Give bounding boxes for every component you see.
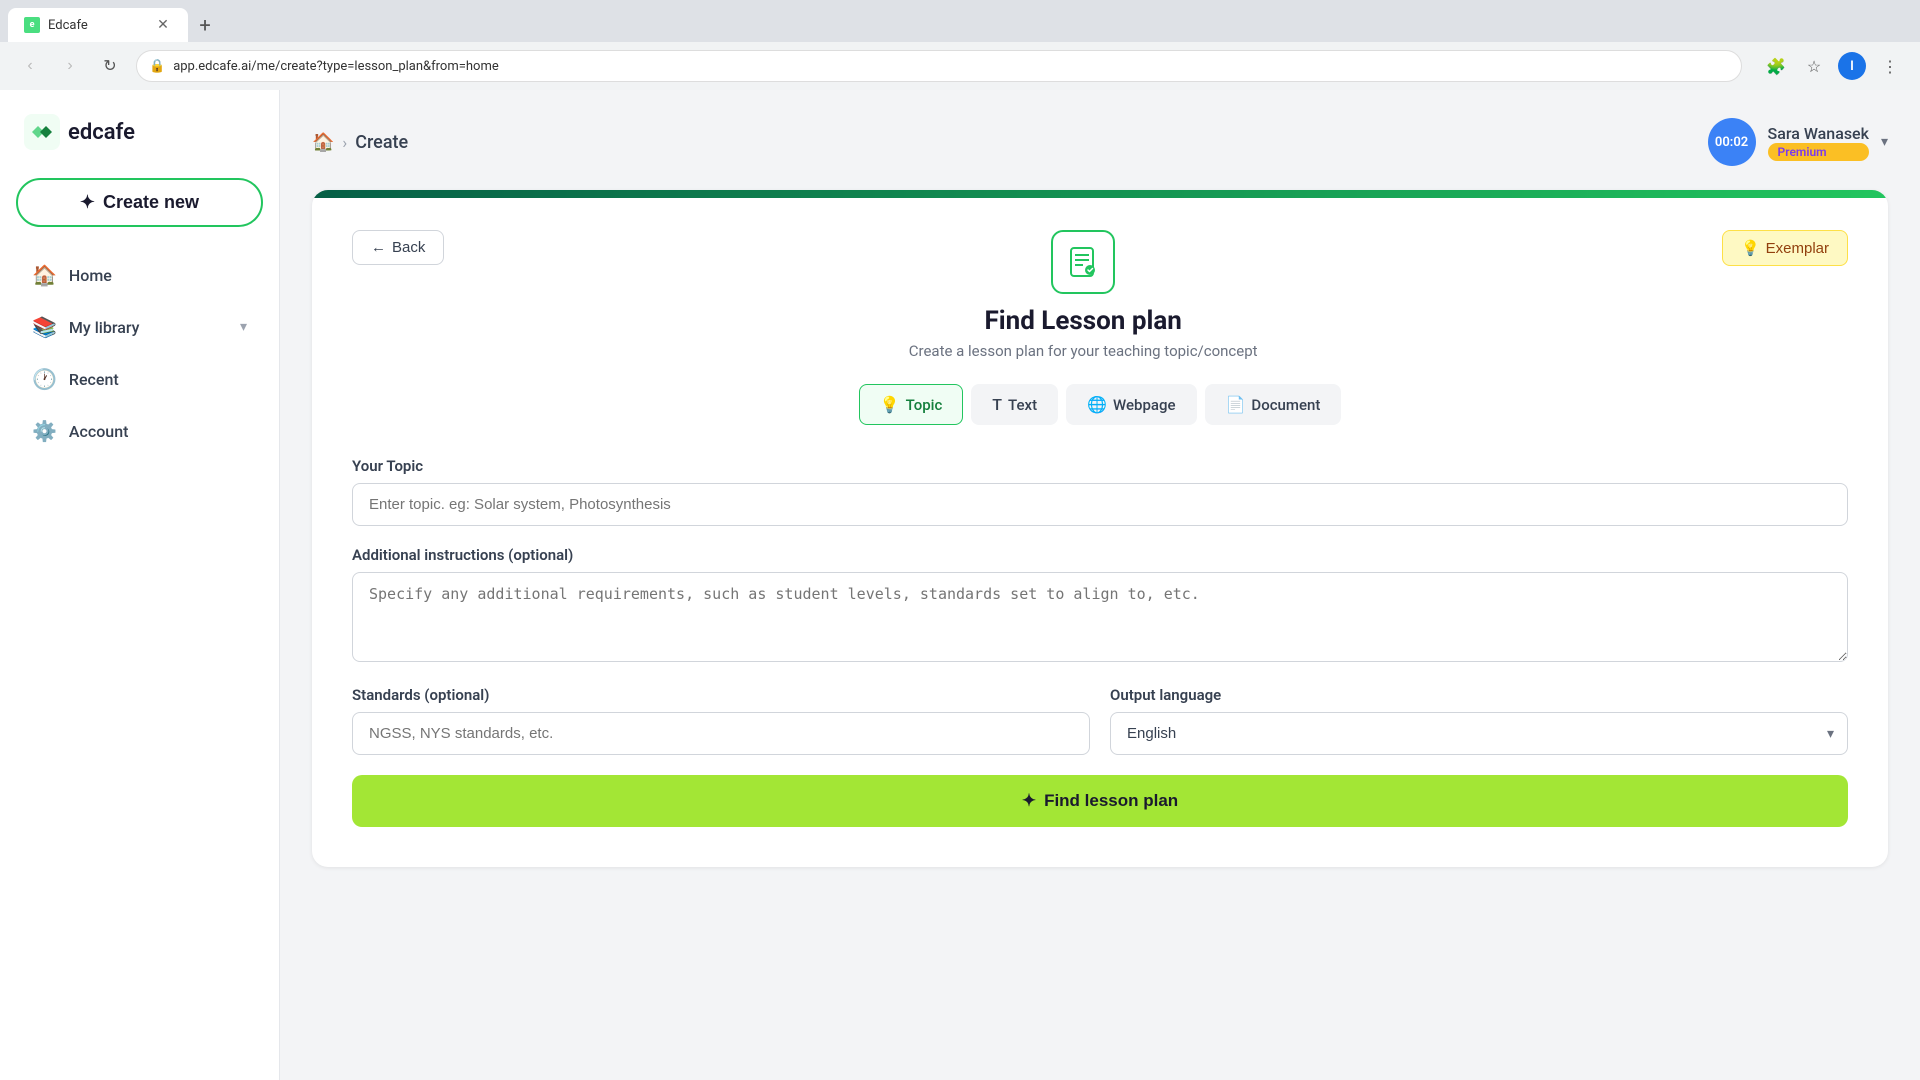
browser-navigation: ‹ › ↻ 🔒 app.edcafe.ai/me/create?type=les… — [0, 42, 1920, 90]
sidebar-item-recent[interactable]: 🕐 Recent — [16, 355, 263, 403]
browser-chrome: e Edcafe ✕ + ‹ › ↻ 🔒 app.edcafe.ai/me/cr… — [0, 0, 1920, 90]
exemplar-icon: 💡 — [1741, 239, 1760, 257]
browser-profile-button[interactable]: I — [1838, 52, 1866, 80]
breadcrumb-home-icon[interactable]: 🏠 — [312, 132, 334, 153]
tab-close-button[interactable]: ✕ — [154, 16, 172, 34]
output-language-select[interactable]: English Spanish French German Chinese Ja… — [1110, 712, 1848, 755]
browser-menu-icon[interactable]: ⋮ — [1876, 52, 1904, 80]
create-new-label: Create new — [103, 192, 199, 213]
tab-text[interactable]: T Text — [971, 384, 1058, 425]
instructions-form-section: Additional instructions (optional) — [352, 546, 1848, 666]
card-body: ← Back — [312, 198, 1888, 867]
topic-input[interactable] — [352, 483, 1848, 526]
breadcrumb-separator: › — [342, 133, 347, 152]
home-icon: 🏠 — [32, 263, 57, 287]
page-header: 🏠 › Create 00:02 Sara Wanasek Premium ▾ — [312, 118, 1888, 166]
sidebar: edcafe ✦ Create new 🏠 Home 📚 My library … — [0, 90, 280, 1080]
document-tab-label: Document — [1251, 396, 1320, 414]
exemplar-label: Exemplar — [1766, 240, 1829, 257]
refresh-nav-button[interactable]: ↻ — [96, 52, 124, 80]
sidebar-item-recent-label: Recent — [69, 370, 119, 389]
create-new-button[interactable]: ✦ Create new — [16, 178, 263, 227]
webpage-tab-icon: 🌐 — [1087, 395, 1107, 414]
topic-label: Your Topic — [352, 457, 1848, 475]
sidebar-item-account-label: Account — [69, 422, 129, 441]
user-menu-chevron-icon[interactable]: ▾ — [1881, 134, 1888, 150]
card-top-bar — [312, 190, 1888, 198]
card-title: Find Lesson plan — [984, 306, 1181, 336]
standards-input[interactable] — [352, 712, 1090, 755]
submit-icon: ✦ — [1022, 791, 1036, 811]
library-chevron-icon: ▾ — [240, 319, 247, 335]
recent-icon: 🕐 — [32, 367, 57, 391]
standards-language-row: Standards (optional) Output language Eng… — [352, 686, 1848, 755]
sidebar-item-home-label: Home — [69, 266, 112, 285]
sidebar-item-my-library[interactable]: 📚 My library ▾ — [16, 303, 263, 351]
premium-badge: Premium — [1768, 143, 1869, 161]
sidebar-item-account[interactable]: ⚙️ Account — [16, 407, 263, 455]
forward-nav-button[interactable]: › — [56, 52, 84, 80]
card-subtitle: Create a lesson plan for your teaching t… — [909, 342, 1258, 360]
output-language-label: Output language — [1110, 686, 1848, 704]
standards-label: Standards (optional) — [352, 686, 1090, 704]
sidebar-navigation: 🏠 Home 📚 My library ▾ 🕐 Recent ⚙️ Accoun… — [16, 251, 263, 455]
sidebar-logo: edcafe — [16, 114, 263, 150]
standards-col: Standards (optional) — [352, 686, 1090, 755]
browser-tab-bar: e Edcafe ✕ + — [0, 0, 1920, 42]
logo-icon — [24, 114, 60, 150]
back-nav-button[interactable]: ‹ — [16, 52, 44, 80]
language-col: Output language English Spanish French G… — [1110, 686, 1848, 755]
webpage-tab-label: Webpage — [1113, 396, 1176, 414]
tab-document[interactable]: 📄 Document — [1205, 384, 1342, 425]
find-lesson-plan-button[interactable]: ✦ Find lesson plan — [352, 775, 1848, 827]
app-layout: edcafe ✦ Create new 🏠 Home 📚 My library … — [0, 90, 1920, 1080]
topic-tab-label: Topic — [906, 396, 943, 414]
back-arrow-icon: ← — [371, 239, 386, 256]
instructions-label: Additional instructions (optional) — [352, 546, 1848, 564]
browser-action-buttons: 🧩 ☆ I ⋮ — [1762, 52, 1904, 80]
language-select-wrapper: English Spanish French German Chinese Ja… — [1110, 712, 1848, 755]
user-info: 00:02 Sara Wanasek Premium ▾ — [1708, 118, 1888, 166]
instructions-textarea[interactable] — [352, 572, 1848, 662]
tab-favicon: e — [24, 17, 40, 33]
back-button[interactable]: ← Back — [352, 230, 444, 265]
topic-form-section: Your Topic — [352, 457, 1848, 526]
create-new-icon: ✦ — [80, 192, 95, 213]
tab-bar: 💡 Topic T Text 🌐 Webpage 📄 Document — [352, 384, 1848, 425]
logo-text: edcafe — [68, 120, 135, 145]
lock-icon: 🔒 — [149, 59, 165, 74]
main-content: 🏠 › Create 00:02 Sara Wanasek Premium ▾ — [280, 90, 1920, 1080]
bookmark-icon[interactable]: ☆ — [1800, 52, 1828, 80]
extensions-icon[interactable]: 🧩 — [1762, 52, 1790, 80]
breadcrumb: 🏠 › Create — [312, 132, 408, 153]
account-icon: ⚙️ — [32, 419, 57, 443]
submit-label: Find lesson plan — [1044, 791, 1178, 811]
exemplar-button[interactable]: 💡 Exemplar — [1722, 230, 1848, 266]
text-tab-label: Text — [1008, 396, 1037, 414]
sidebar-item-home[interactable]: 🏠 Home — [16, 251, 263, 299]
tab-webpage[interactable]: 🌐 Webpage — [1066, 384, 1196, 425]
tab-topic[interactable]: 💡 Topic — [859, 384, 964, 425]
card-header: ← Back — [352, 230, 1848, 360]
document-tab-icon: 📄 — [1226, 395, 1246, 414]
tab-title: Edcafe — [48, 18, 88, 33]
url-bar[interactable]: 🔒 app.edcafe.ai/me/create?type=lesson_pl… — [136, 50, 1742, 82]
lesson-plan-card: ← Back — [312, 190, 1888, 867]
back-button-label: Back — [392, 239, 425, 256]
library-icon: 📚 — [32, 315, 57, 339]
url-text: app.edcafe.ai/me/create?type=lesson_plan… — [173, 59, 1729, 74]
new-tab-button[interactable]: + — [190, 10, 220, 40]
browser-tab-active[interactable]: e Edcafe ✕ — [8, 8, 188, 42]
breadcrumb-current-page: Create — [355, 132, 408, 153]
timer-display: 00:02 — [1708, 118, 1756, 166]
topic-tab-icon: 💡 — [880, 395, 900, 414]
card-icon — [1051, 230, 1115, 294]
sidebar-item-library-label: My library — [69, 318, 140, 337]
text-tab-icon: T — [992, 395, 1002, 414]
card-title-section: Find Lesson plan Create a lesson plan fo… — [444, 230, 1722, 360]
user-name: Sara Wanasek — [1768, 124, 1869, 143]
user-details: Sara Wanasek Premium — [1768, 124, 1869, 161]
